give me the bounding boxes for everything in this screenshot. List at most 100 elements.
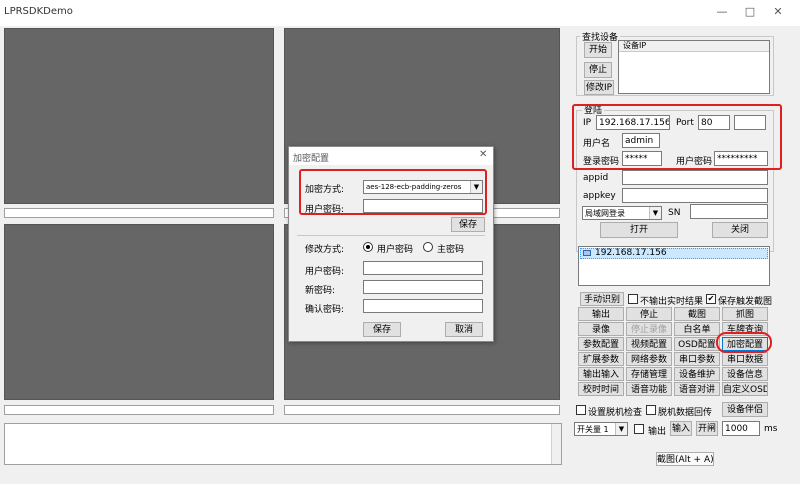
video-status-bar-4	[284, 405, 560, 415]
interval-input[interactable]: 1000	[722, 421, 760, 436]
confirm-password-input[interactable]	[363, 299, 483, 313]
user-password-input[interactable]: *********	[714, 151, 768, 166]
storage-button[interactable]: 存储管理	[626, 367, 672, 381]
sync-time-button[interactable]: 校时时间	[578, 382, 624, 396]
close-button[interactable]: 关闭	[712, 222, 768, 238]
old-password-input[interactable]	[363, 261, 483, 275]
switch-select[interactable]: 开关量 1 ▼	[574, 422, 628, 436]
ip-label: IP	[583, 118, 592, 128]
network-param-button[interactable]: 网络参数	[626, 352, 672, 366]
encrypt-mode-value: aes-128-ecb-padding-zeros	[366, 183, 462, 191]
input-button[interactable]: 输入	[670, 421, 692, 436]
dialog-user-password-input[interactable]	[363, 199, 483, 213]
dialog-save-button[interactable]: 保存	[451, 217, 485, 232]
serial-param-button[interactable]: 串口参数	[674, 352, 720, 366]
offline-check-checkbox[interactable]	[576, 405, 586, 415]
login-password-input[interactable]: *****	[622, 151, 662, 166]
ip-input[interactable]: 192.168.17.156	[596, 115, 670, 130]
video-pane-3[interactable]	[4, 224, 274, 400]
appkey-label: appkey	[583, 191, 616, 201]
open-gate-button[interactable]: 开闸	[696, 421, 718, 436]
record-button[interactable]: 录像	[578, 322, 624, 336]
login-password-label: 登录密码	[583, 157, 620, 167]
save-trigger-label: 保存触发截图	[718, 297, 773, 307]
open-button[interactable]: 打开	[600, 222, 678, 238]
stop-button[interactable]: 停止	[626, 307, 672, 321]
extra-input[interactable]	[734, 115, 766, 130]
device-ip-list[interactable]: 设备IP	[618, 40, 770, 94]
user-password-label: 用户密码	[676, 157, 713, 167]
connected-device-list[interactable]: 192.168.17.156	[578, 246, 770, 286]
log-scrollbar[interactable]	[551, 424, 561, 464]
title-bar: LPRSDKDemo — □ ✕	[0, 0, 800, 26]
io-button[interactable]: 输出输入	[578, 367, 624, 381]
dialog-divider	[297, 235, 485, 236]
param-config-button[interactable]: 参数配置	[578, 337, 624, 351]
capture-button[interactable]: 截图	[674, 307, 720, 321]
maximize-icon[interactable]: □	[740, 4, 760, 20]
port-input[interactable]: 80	[698, 115, 730, 130]
maintenance-button[interactable]: 设备维护	[674, 367, 720, 381]
output-button[interactable]: 输出	[578, 307, 624, 321]
stop-record-button[interactable]: 停止录像	[626, 322, 672, 336]
offline-upload-label: 脱机数据回传	[658, 408, 713, 418]
dialog-title: 加密配置	[293, 154, 330, 164]
appid-input[interactable]	[622, 170, 768, 185]
encrypt-config-dialog: 加密配置 ✕ 加密方式: aes-128-ecb-padding-zeros ▼…	[288, 146, 494, 342]
minimize-icon[interactable]: —	[712, 4, 732, 20]
encrypt-highlight-box	[716, 332, 772, 353]
device-companion-button[interactable]: 设备伴侣	[722, 402, 768, 417]
new-password-input[interactable]	[363, 280, 483, 294]
modify-ip-button[interactable]: 修改IP	[584, 80, 614, 95]
video-status-bar-3	[4, 405, 274, 415]
chevron-down-icon[interactable]: ▼	[649, 207, 661, 219]
screenshot-tooltip-button[interactable]: 截图(Alt + A)	[656, 452, 714, 466]
close-icon[interactable]: ✕	[768, 4, 788, 20]
device-info-button[interactable]: 设备信息	[722, 367, 768, 381]
dialog-cancel-button[interactable]: 取消	[445, 322, 483, 337]
save-trigger-checkbox[interactable]: ✔	[706, 294, 716, 304]
video-config-button[interactable]: 视频配置	[626, 337, 672, 351]
whitelist-button[interactable]: 白名单	[674, 322, 720, 336]
encrypt-mode-select[interactable]: aes-128-ecb-padding-zeros ▼	[363, 180, 483, 194]
output-label: 输出	[648, 427, 667, 437]
username-input[interactable]: admin	[622, 133, 660, 148]
ext-param-button[interactable]: 扩展参数	[578, 352, 624, 366]
dialog-save2-button[interactable]: 保存	[363, 322, 401, 337]
modify-mode-label: 修改方式:	[305, 245, 345, 255]
dialog-user-password-label: 用户密码:	[305, 205, 345, 215]
custom-osd-button[interactable]: 自定义OSD	[722, 382, 768, 396]
search-start-button[interactable]: 开始	[584, 42, 612, 58]
snapshot-button[interactable]: 抓图	[722, 307, 768, 321]
radio-user-password[interactable]	[363, 242, 373, 252]
osd-config-button[interactable]: OSD配置	[674, 337, 720, 351]
appkey-input[interactable]	[622, 188, 768, 203]
serial-data-button[interactable]: 串口数据	[722, 352, 768, 366]
voice-function-button[interactable]: 语音功能	[626, 382, 672, 396]
device-ip-item: 192.168.17.156	[595, 248, 667, 258]
list-item[interactable]: 192.168.17.156	[580, 248, 768, 259]
sn-input[interactable]	[690, 204, 768, 219]
radio-main-password[interactable]	[423, 242, 433, 252]
login-mode-select[interactable]: 局域网登录 ▼	[582, 206, 662, 220]
port-label: Port	[676, 118, 694, 128]
manual-recognize-button[interactable]: 手动识别	[580, 292, 624, 306]
appid-label: appid	[583, 173, 609, 183]
voice-talk-button[interactable]: 语音对讲	[674, 382, 720, 396]
radio-user-password-label: 用户密码	[377, 245, 414, 255]
dialog-close-icon[interactable]: ✕	[479, 149, 487, 160]
username-label: 用户名	[583, 139, 611, 149]
login-mode-value: 局域网登录	[585, 209, 625, 218]
video-pane-1[interactable]	[4, 28, 274, 204]
old-password-label: 用户密码:	[305, 267, 345, 277]
no-realtime-output-checkbox[interactable]	[628, 294, 638, 304]
search-stop-button[interactable]: 停止	[584, 62, 612, 78]
dialog-title-bar: 加密配置 ✕	[289, 147, 493, 165]
chevron-down-icon[interactable]: ▼	[615, 423, 627, 435]
offline-upload-checkbox[interactable]	[646, 405, 656, 415]
device-ip-header[interactable]: 设备IP	[619, 41, 769, 52]
log-output[interactable]	[4, 423, 562, 465]
output-checkbox[interactable]	[634, 424, 644, 434]
chevron-down-icon[interactable]: ▼	[470, 181, 482, 193]
no-realtime-output-label: 不输出实时结果	[640, 297, 704, 307]
